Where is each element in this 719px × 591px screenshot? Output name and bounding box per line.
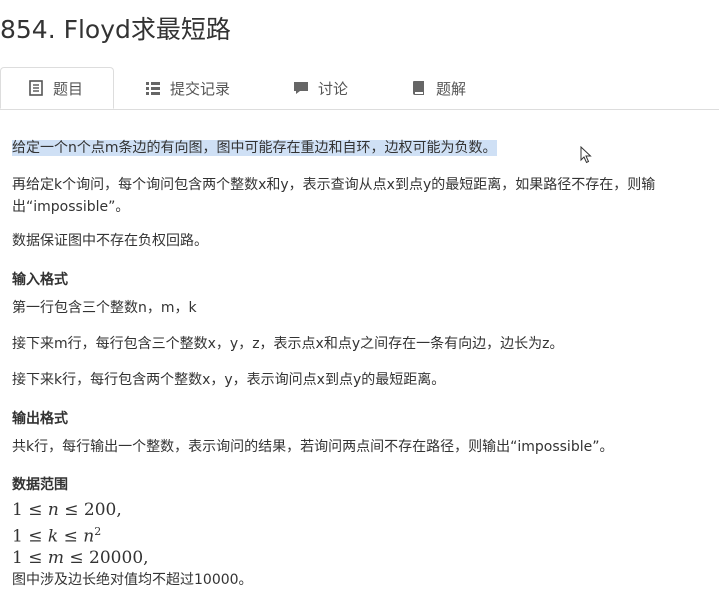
description-paragraph-1: 给定一个n个点m条边的有向图，图中可能存在重边和自环，边权可能为负数。 <box>12 140 497 156</box>
constraint-n: 1 ≤ n ≤ 200, <box>12 500 712 521</box>
math-text: 1 ≤ <box>12 500 48 520</box>
input-format-heading: 输入格式 <box>12 272 68 288</box>
problem-page: 854. Floyd求最短路 题目 提交记录 讨论 题解 给定一个n个点m条边的… <box>0 0 719 591</box>
input-format-line-2: 接下来m行，每行包含三个整数x，y，z，表示点x和点y之间存在一条有向边，边长为… <box>12 336 564 352</box>
output-format-heading: 输出格式 <box>12 411 68 427</box>
math-text: ≤ <box>58 526 84 547</box>
math-text: 1 ≤ <box>12 547 48 568</box>
chat-bubble-icon <box>293 80 309 96</box>
input-format-line-3: 接下来k行，每行包含两个整数x，y，表示询问点x到点y的最短距离。 <box>12 372 446 388</box>
tab-label: 讨论 <box>318 79 349 98</box>
mouse-cursor-icon <box>580 145 592 168</box>
input-format-line-1: 第一行包含三个整数n，m，k <box>12 300 197 316</box>
math-text: ≤ 20000, <box>64 547 149 568</box>
math-text: ≤ 200, <box>58 500 122 520</box>
tab-label: 题解 <box>436 79 467 98</box>
document-icon <box>28 80 44 96</box>
page-title: 854. Floyd求最短路 <box>0 15 231 44</box>
math-var: n <box>83 526 95 547</box>
math-text: 1 ≤ <box>12 526 48 547</box>
description-paragraph-2-line-1: 再给定k个询问，每个询问包含两个整数x和y，表示查询从点x到点y的最短距离，如果… <box>12 177 656 193</box>
tab-label: 题目 <box>53 79 84 98</box>
description-paragraph-2-line-2: 出“impossible”。 <box>12 199 130 215</box>
tab-label: 提交记录 <box>170 79 231 98</box>
output-format-line-1: 共k行，每行输出一个整数，表示询问的结果，若询问两点间不存在路径，则输出“imp… <box>12 439 614 455</box>
tab-solutions[interactable]: 题解 <box>411 67 466 109</box>
constraint-m: 1 ≤ m ≤ 20000, <box>12 548 712 569</box>
tab-bar: 题目 提交记录 讨论 题解 <box>0 67 719 110</box>
book-icon <box>411 80 427 96</box>
description-paragraph-3: 数据保证图中不存在负权回路。 <box>12 233 208 249</box>
tab-problem[interactable]: 题目 <box>0 67 114 109</box>
problem-content: 给定一个n个点m条边的有向图，图中可能存在重边和自环，边权可能为负数。 再给定k… <box>12 137 712 591</box>
constraint-k: 1 ≤ k ≤ n2 <box>12 521 712 548</box>
data-range-heading: 数据范围 <box>12 477 68 493</box>
tab-discussion[interactable]: 讨论 <box>293 67 348 109</box>
math-var: m <box>47 547 64 568</box>
math-var: n <box>47 500 59 520</box>
tab-submissions[interactable]: 提交记录 <box>145 67 230 109</box>
math-var: k <box>47 526 59 547</box>
math-exponent: 2 <box>94 525 102 538</box>
data-range-note: 图中涉及边长绝对值均不超过10000。 <box>12 571 253 588</box>
list-icon <box>145 80 161 96</box>
